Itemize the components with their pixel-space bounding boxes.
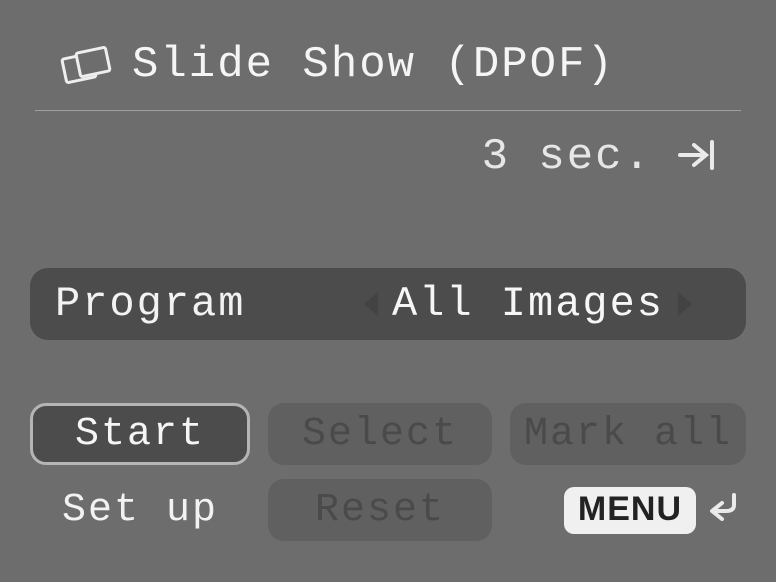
interval-value: 3 sec.: [482, 132, 652, 182]
title-row: Slide Show (DPOF): [60, 40, 615, 90]
divider: [35, 110, 741, 111]
back-icon: [706, 489, 740, 532]
button-row-1: Start Select Mark all: [30, 403, 746, 465]
chevron-left-icon[interactable]: [364, 292, 378, 316]
menu-back-cell: MENU: [510, 479, 746, 541]
start-button[interactable]: Start: [30, 403, 250, 465]
slideshow-icon: [60, 44, 112, 86]
select-button[interactable]: Select: [268, 403, 492, 465]
interval-row[interactable]: 3 sec.: [482, 132, 716, 182]
page-title: Slide Show (DPOF): [132, 40, 615, 90]
arrow-right-bar-icon: [678, 135, 716, 180]
camera-menu-screen: Slide Show (DPOF) 3 sec. Program All Ima…: [0, 0, 776, 582]
button-row-2: Set up Reset MENU: [30, 479, 746, 541]
selector-value-wrap: All Images: [335, 280, 721, 328]
chevron-right-icon[interactable]: [678, 292, 692, 316]
menu-button[interactable]: MENU: [564, 487, 696, 534]
reset-button[interactable]: Reset: [268, 479, 492, 541]
selector-label: Program: [55, 280, 335, 328]
program-selector[interactable]: Program All Images: [30, 268, 746, 340]
setup-button[interactable]: Set up: [30, 479, 250, 541]
selector-value: All Images: [392, 280, 664, 328]
mark-all-button[interactable]: Mark all: [510, 403, 746, 465]
